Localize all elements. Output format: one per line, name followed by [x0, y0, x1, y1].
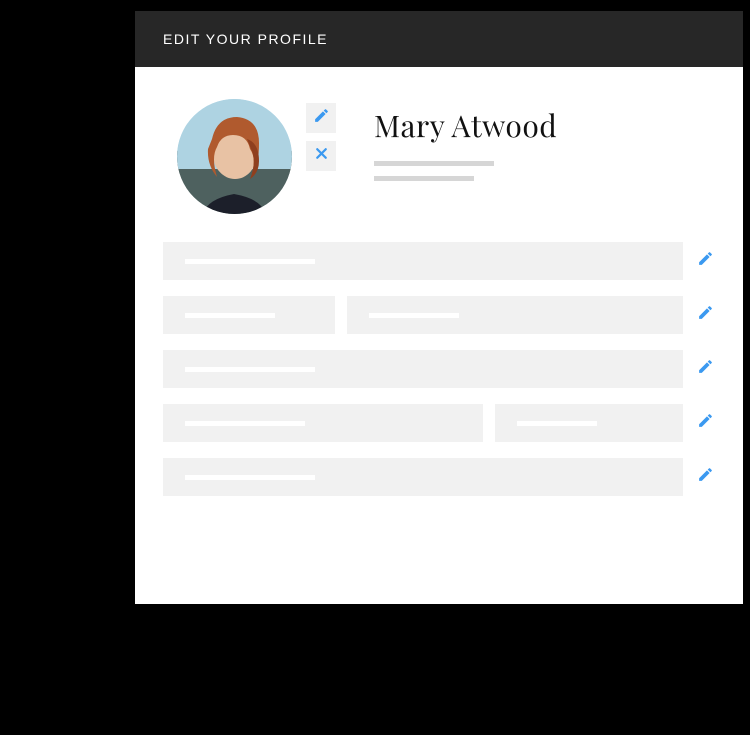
pencil-icon [697, 412, 714, 434]
edit-avatar-button[interactable] [306, 103, 336, 133]
close-icon [313, 145, 330, 167]
placeholder-line [369, 313, 459, 318]
profile-field-row [163, 404, 715, 442]
panel-header: EDIT YOUR PROFILE [135, 11, 743, 67]
profile-field[interactable] [495, 404, 683, 442]
avatar[interactable] [177, 99, 292, 214]
profile-field[interactable] [163, 242, 683, 280]
pencil-icon [697, 304, 714, 326]
placeholder-line [185, 475, 315, 480]
profile-field[interactable] [347, 296, 683, 334]
name-sublines [374, 161, 557, 181]
name-block: Mary Atwood [374, 105, 557, 191]
placeholder-line [185, 313, 275, 318]
placeholder-line [185, 367, 315, 372]
pencil-icon [697, 250, 714, 272]
avatar-actions [306, 103, 336, 171]
profile-fields [135, 224, 743, 496]
profile-field[interactable] [163, 404, 483, 442]
profile-header-section: Mary Atwood [135, 67, 743, 224]
profile-field[interactable] [163, 296, 335, 334]
pencil-icon [697, 358, 714, 380]
edit-field-button[interactable] [695, 467, 715, 487]
panel-title: EDIT YOUR PROFILE [163, 31, 328, 47]
pencil-icon [697, 466, 714, 488]
placeholder-line [374, 176, 474, 181]
placeholder-line [185, 259, 315, 264]
edit-profile-panel: EDIT YOUR PROFILE [135, 11, 743, 604]
profile-field-row [163, 350, 715, 388]
profile-field-row [163, 242, 715, 280]
display-name: Mary Atwood [374, 105, 557, 145]
profile-field[interactable] [163, 458, 683, 496]
profile-field[interactable] [163, 350, 683, 388]
placeholder-line [517, 421, 597, 426]
edit-field-button[interactable] [695, 359, 715, 379]
edit-field-button[interactable] [695, 305, 715, 325]
placeholder-line [374, 161, 494, 166]
profile-field-row [163, 458, 715, 496]
pencil-icon [313, 107, 330, 129]
edit-field-button[interactable] [695, 251, 715, 271]
placeholder-line [185, 421, 305, 426]
edit-field-button[interactable] [695, 413, 715, 433]
profile-field-row [163, 296, 715, 334]
remove-avatar-button[interactable] [306, 141, 336, 171]
avatar-image [177, 99, 292, 214]
